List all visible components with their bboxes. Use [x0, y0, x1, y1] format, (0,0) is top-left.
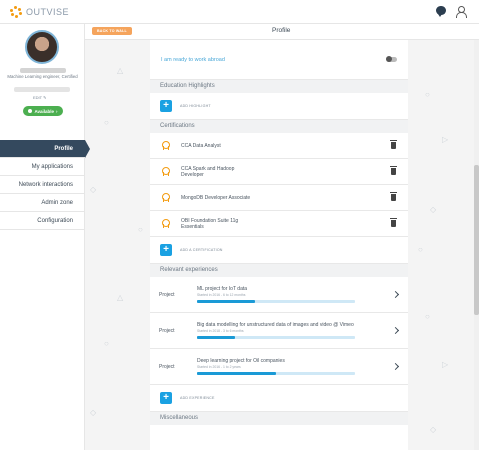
circle-decor-icon: ○ [425, 312, 430, 321]
certification-name: MongoDB Developer Associate [181, 194, 251, 201]
circle-decor-icon: ○ [138, 225, 143, 234]
pin-decor-icon: ◇ [430, 205, 437, 214]
circle-decor-icon: ○ [104, 118, 109, 127]
add-certification-button[interactable]: + [160, 244, 172, 256]
chevron-right-icon: › [56, 108, 58, 114]
add-experience-row[interactable]: + ADD EXPERIENCE [150, 385, 408, 412]
back-to-wall-button[interactable]: BACK TO WALL [92, 27, 132, 35]
status-dot-icon [28, 109, 33, 113]
avatar[interactable] [25, 30, 59, 64]
certifications-heading: Certifications [150, 120, 408, 133]
brand-name: OUTVISE [26, 7, 70, 17]
experience-duration: Started in 2016 - 6 to 12 months [197, 293, 246, 297]
trash-icon[interactable] [390, 218, 397, 227]
add-experience-button[interactable]: + [160, 392, 172, 404]
experience-progress-bar [197, 336, 355, 339]
certification-name: CCA Spark and Hadoop Developer [181, 165, 235, 178]
education-heading: Education Highlights [150, 80, 408, 93]
experiences-heading: Relevant experiences [150, 264, 408, 277]
scrollbar-thumb[interactable] [474, 165, 479, 315]
experience-item[interactable]: Project Deep learning project for Oil co… [150, 349, 408, 385]
certification-item: CCA Data Analyst [150, 133, 408, 159]
pin-decor-icon: ◇ [90, 408, 97, 417]
medal-icon [162, 141, 170, 150]
chevron-right-icon[interactable] [391, 362, 400, 371]
certification-item: MongoDB Developer Associate [150, 185, 408, 211]
medal-icon [162, 219, 170, 228]
job-title: Machine Learning engineer, Certified [7, 74, 78, 79]
chat-icon[interactable] [436, 6, 446, 17]
add-highlight-row[interactable]: + ADD HIGHLIGHT [150, 93, 408, 120]
profile-content: I am ready to work abroad Education High… [150, 40, 408, 450]
add-highlight-button[interactable]: + [160, 100, 172, 112]
experience-duration: Started in 2016 - 1 to 2 years [197, 365, 241, 369]
sidebar-nav: Profile My applications Network interact… [0, 140, 90, 230]
circle-decor-icon: ○ [425, 90, 430, 99]
scrollbar[interactable] [474, 40, 479, 450]
experience-progress-bar [197, 372, 355, 375]
sidebar: Machine Learning engineer, Certified EDI… [0, 24, 90, 450]
experience-item[interactable]: Project ML project for IoT data Started … [150, 277, 408, 313]
add-certification-row[interactable]: + ADD A CERTIFICATION [150, 237, 408, 264]
add-certification-label: ADD A CERTIFICATION [180, 248, 223, 252]
logo-mark-icon [10, 6, 22, 18]
triangle-decor-icon: △ [117, 293, 124, 302]
add-experience-label: ADD EXPERIENCE [180, 396, 215, 400]
redacted-location [14, 87, 70, 92]
trash-icon[interactable] [390, 166, 397, 175]
triangle-decor-icon: ▷ [442, 360, 449, 369]
experience-item[interactable]: Project Big data modelling for unstructu… [150, 313, 408, 349]
experience-type: Project [159, 291, 175, 298]
nav-item-admin-zone[interactable]: Admin zone [0, 194, 85, 212]
chevron-right-icon[interactable] [391, 290, 400, 299]
top-bar: OUTVISE [0, 0, 479, 24]
circle-decor-icon: ○ [104, 339, 109, 348]
trash-icon[interactable] [390, 192, 397, 201]
pin-decor-icon: ◇ [90, 185, 97, 194]
pin-decor-icon: ◇ [430, 425, 437, 434]
edit-profile-link[interactable]: EDIT ✎ [33, 95, 47, 100]
certification-name: CCA Data Analyst [181, 142, 221, 149]
circle-decor-icon: ○ [418, 245, 423, 254]
availability-badge[interactable]: Available › [23, 106, 63, 116]
work-abroad-row: I am ready to work abroad [150, 40, 408, 80]
work-abroad-label: I am ready to work abroad [161, 56, 225, 63]
medal-icon [162, 193, 170, 202]
nav-item-profile[interactable]: Profile [0, 140, 90, 158]
chevron-right-icon[interactable] [391, 326, 400, 335]
triangle-decor-icon: ▷ [442, 135, 449, 144]
experience-progress-bar [197, 300, 355, 303]
nav-item-my-applications[interactable]: My applications [0, 158, 85, 176]
experience-type: Project [159, 363, 175, 370]
redacted-name [20, 68, 66, 73]
trash-icon[interactable] [390, 140, 397, 149]
experience-title: Deep learning project for Oil companies [197, 358, 285, 364]
nav-item-network-interactions[interactable]: Network interactions [0, 176, 85, 194]
certification-item: CCA Spark and Hadoop Developer [150, 159, 408, 185]
experience-title: Big data modelling for unstructured data… [197, 322, 354, 328]
work-abroad-toggle[interactable] [386, 56, 397, 62]
medal-icon [162, 167, 170, 176]
experience-duration: Started in 2018 - 3 to 6 months [197, 329, 244, 333]
user-icon[interactable] [456, 6, 467, 18]
experience-title: ML project for IoT data [197, 286, 248, 292]
triangle-decor-icon: △ [117, 66, 124, 75]
experience-type: Project [159, 327, 175, 334]
add-highlight-label: ADD HIGHLIGHT [180, 104, 211, 108]
main-header: BACK TO WALL Profile [85, 24, 479, 40]
brand-logo[interactable]: OUTVISE [10, 6, 69, 18]
page-title: Profile [272, 27, 291, 34]
nav-item-configuration[interactable]: Configuration [0, 212, 85, 230]
certification-name: OBI Foundation Suite 11g Essentials [181, 217, 239, 230]
certification-item: OBI Foundation Suite 11g Essentials [150, 211, 408, 237]
miscellaneous-heading: Miscellaneous [150, 412, 408, 425]
